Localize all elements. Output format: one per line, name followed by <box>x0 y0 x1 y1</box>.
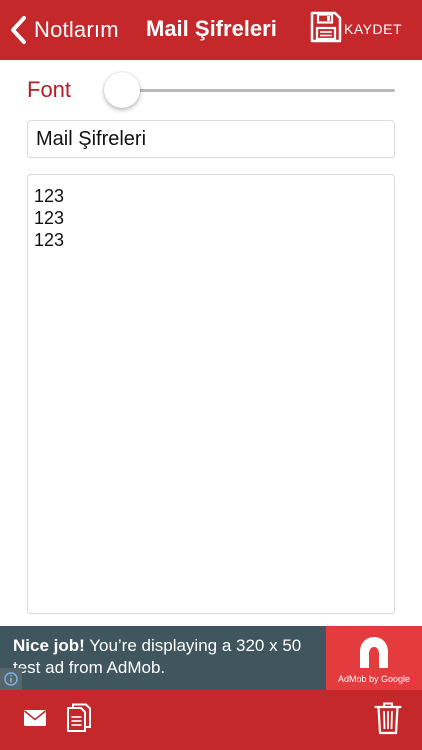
save-button-label: KAYDET <box>344 21 402 37</box>
envelope-icon <box>23 709 47 732</box>
mail-button[interactable] <box>22 708 48 732</box>
floppy-disk-icon <box>310 11 342 48</box>
font-slider-track[interactable] <box>122 89 395 92</box>
font-slider-thumb[interactable] <box>104 72 140 108</box>
admob-logo-caption: AdMob by Google <box>337 674 411 684</box>
ad-headline: Nice job! <box>13 636 85 655</box>
admob-logo-icon <box>354 632 394 677</box>
back-button[interactable]: Notlarım <box>8 12 119 48</box>
admob-logo-box[interactable]: AdMob by Google <box>326 626 422 690</box>
ad-text: Nice job! You’re displaying a 320 x 50 t… <box>13 635 323 679</box>
ad-banner[interactable]: Nice job! You’re displaying a 320 x 50 t… <box>0 626 422 690</box>
info-icon[interactable] <box>0 668 22 690</box>
note-title-input[interactable] <box>27 120 395 158</box>
back-button-label: Notlarım <box>34 17 119 42</box>
trash-icon <box>374 701 402 740</box>
font-label: Font <box>27 77 72 102</box>
save-button[interactable]: KAYDET <box>310 11 402 48</box>
note-body-textarea[interactable]: 123 123 123 <box>27 174 395 614</box>
page-title: Mail Şifreleri <box>146 16 277 41</box>
delete-button[interactable] <box>372 702 404 738</box>
chevron-left-icon <box>8 15 28 45</box>
bottom-toolbar <box>0 690 422 750</box>
copy-button[interactable] <box>64 703 94 738</box>
navigation-bar: Notlarım Mail Şifreleri KAYDET <box>0 0 422 60</box>
copy-document-icon <box>65 703 93 738</box>
font-size-row: Font <box>0 70 422 110</box>
